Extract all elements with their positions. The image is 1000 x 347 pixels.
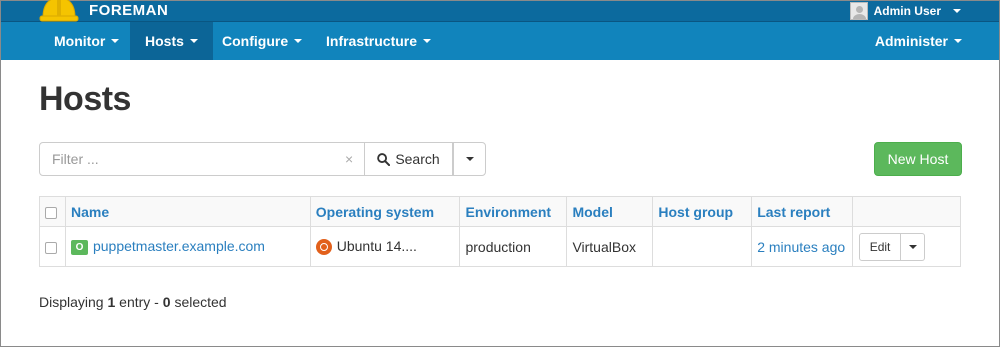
os-name: Ubuntu 14.... [336,237,417,254]
os-cell: Ubuntu 14.... [309,226,461,267]
last-report-link[interactable]: 2 minutes ago [757,239,845,255]
ubuntu-icon [315,239,332,256]
nav-item-label: Monitor [54,33,106,49]
actions-cell: Edit [852,226,961,267]
edit-button-group: Edit [859,232,926,261]
main-navbar: Monitor Hosts Configure Infrastructure A… [1,22,999,60]
nav-item-label: Configure [222,33,289,49]
column-header-name[interactable]: Name [64,196,311,227]
row-checkbox[interactable] [45,241,57,254]
nav-item-monitor[interactable]: Monitor [39,22,134,60]
nav-item-configure[interactable]: Configure [207,22,317,60]
status-badge: O [70,239,88,255]
table-header-row: Name Operating system Environment Model … [39,196,961,227]
nav-item-hosts[interactable]: Hosts [130,22,213,60]
search-icon [377,152,391,166]
summary-prefix: Displaying [39,294,104,310]
column-header-actions [852,196,961,227]
pagination-summary: Displaying 1 entry - 0 selected [39,294,227,310]
search-group: × Search [39,142,486,176]
clear-icon[interactable]: × [345,151,353,167]
host-name-cell: Opuppetmaster.example.com [64,226,311,267]
column-header-hostgroup[interactable]: Host group [652,196,753,227]
select-all-cell [39,196,66,227]
edit-actions-dropdown[interactable] [901,232,926,261]
chevron-down-icon [908,244,917,249]
table-row: Opuppetmaster.example.com Ubuntu 14.... … [39,226,961,267]
chevron-down-icon [954,39,962,43]
nav-item-infrastructure[interactable]: Infrastructure [311,22,446,60]
top-bar: FOREMAN Admin User [1,0,999,23]
avatar-icon [849,2,868,20]
chevron-down-icon [465,157,474,161]
search-button[interactable]: Search [365,142,453,176]
selected-count: 0 [162,294,171,310]
chevron-down-icon [294,39,303,43]
select-all-checkbox[interactable] [45,206,57,219]
chevron-down-icon [189,39,198,43]
nav-item-label: Administer [874,33,948,49]
brand-name[interactable]: FOREMAN [89,2,168,19]
chevron-down-icon [423,39,432,43]
summary-middle: entry - [119,294,159,310]
column-header-last-report[interactable]: Last report [751,196,854,227]
page-title: Hosts [39,80,131,118]
search-input[interactable] [39,142,365,176]
column-header-os[interactable]: Operating system [309,196,461,227]
chevron-down-icon [111,39,120,43]
chevron-down-icon [953,9,961,13]
nav-item-label: Infrastructure [326,33,418,49]
last-report-cell: 2 minutes ago [751,226,854,267]
user-menu-label: Admin User [873,4,941,18]
column-header-environment[interactable]: Environment [459,196,568,227]
edit-button[interactable]: Edit [859,232,902,261]
hosts-table: Name Operating system Environment Model … [39,196,961,267]
bookmarks-dropdown-button[interactable] [453,142,486,176]
new-host-button[interactable]: New Host [874,142,962,176]
environment-cell: production [459,226,568,267]
nav-item-administer[interactable]: Administer [860,22,977,60]
host-name-link[interactable]: puppetmaster.example.com [93,238,265,254]
model-cell: VirtualBox [566,226,654,267]
nav-item-label: Hosts [145,33,184,49]
column-header-model[interactable]: Model [566,196,654,227]
entry-count: 1 [107,294,116,310]
row-select-cell [39,226,66,267]
user-menu[interactable]: Admin User [849,1,961,21]
summary-suffix: selected [174,294,227,310]
hostgroup-cell [652,226,753,267]
hardhat-icon[interactable] [39,0,79,23]
search-button-label: Search [395,151,440,167]
